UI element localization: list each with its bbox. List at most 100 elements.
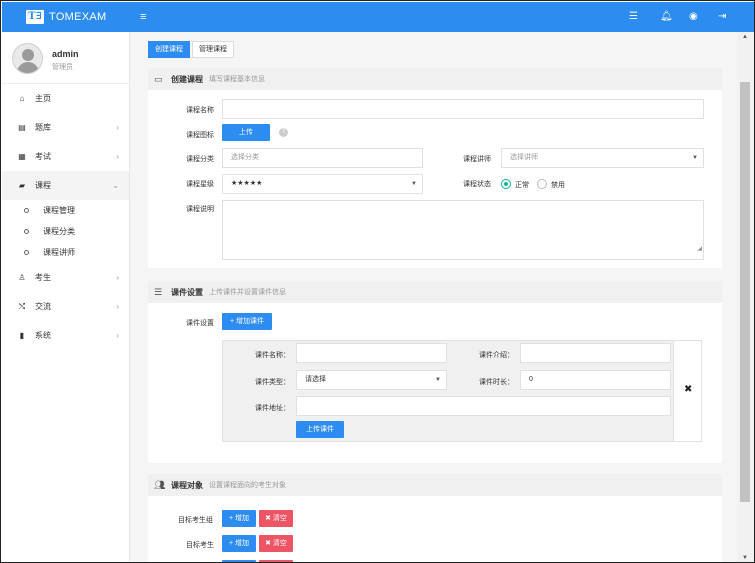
user-icon: ♙ (18, 273, 26, 282)
logo[interactable]: T∃ TOMEXAM (26, 10, 107, 24)
sidebar-item-label: 考试 (35, 152, 51, 161)
caret-down-icon: ▼ (435, 377, 441, 383)
users-icon: 👥︎ (154, 479, 166, 490)
monitor-icon: ▭ (154, 73, 163, 84)
circle-icon (24, 229, 29, 234)
clear-target-student-button[interactable]: ✖ 清空 (259, 535, 293, 552)
upload-courseware-button[interactable]: 上传课件 (296, 421, 344, 438)
avatar[interactable] (12, 43, 43, 74)
home-icon: ⌂ (19, 94, 25, 103)
course-teacher-select[interactable]: 选择讲师 ▼ (501, 148, 704, 168)
status-disabled-radio[interactable] (537, 179, 547, 189)
upload-icon-button[interactable]: 上传 (222, 124, 270, 141)
add-courseware-button[interactable]: + 增加课件 (222, 313, 272, 330)
hamburger-icon[interactable]: ≡ (140, 11, 146, 23)
scrollbar[interactable]: ▲ ▼ (738, 32, 754, 562)
user-circle-icon[interactable]: ◉ (689, 11, 698, 22)
course-desc-label: 课程说明 (186, 206, 214, 213)
add-target-student-button[interactable]: + 增加 (222, 535, 256, 552)
caret-down-icon: ▼ (692, 155, 698, 161)
course-category-label: 课程分类 (186, 156, 214, 163)
sidebar-item-question-bank[interactable]: ▤ 题库 › (2, 113, 129, 142)
courseware-duration-label: 课件时长： (479, 379, 514, 386)
chevron-down-icon: ⌄ (112, 181, 119, 190)
sidebar-item-student[interactable]: ♙ 考生 › (2, 263, 129, 292)
top-bar: T∃ TOMEXAM ≡ ☰ 🔔︎ ◉ ⇥ (2, 2, 754, 32)
course-level-select[interactable]: ★★★★★ ▼ (222, 174, 423, 194)
app-title: TOMEXAM (49, 11, 107, 23)
teacher-placeholder: 选择讲师 (510, 154, 538, 161)
card-title: 课程对象 (171, 480, 203, 490)
chevron-right-icon: › (116, 331, 119, 340)
question-icon[interactable]: ? (279, 128, 288, 137)
sidebar-item-label: 系统 (35, 331, 51, 340)
scroll-up-icon[interactable]: ▲ (742, 34, 748, 40)
course-submenu: 课程管理 课程分类 课程讲师 (2, 200, 129, 263)
card-header: ▭ 创建课程 填写课程基本信息 (148, 68, 722, 90)
list-icon[interactable]: ☰ (629, 11, 638, 22)
sidebar-item-label: 考生 (35, 273, 51, 282)
course-name-input[interactable] (222, 99, 704, 119)
book-icon: ▰ (18, 181, 26, 190)
resize-handle-icon[interactable]: ◢ (697, 240, 702, 258)
card-header: ☰ 课件设置 上传课件并设置课件信息 (148, 281, 722, 303)
sidebar-item-exam[interactable]: ▦ 考试 › (2, 142, 129, 171)
sidebar-subitem-label: 课程讲师 (43, 248, 75, 257)
status-normal-radio[interactable] (501, 179, 511, 189)
courseware-duration-input[interactable]: 0 (520, 370, 671, 390)
sidebar-subitem-label: 课程管理 (43, 206, 75, 215)
bell-icon[interactable]: 🔔︎ (660, 11, 673, 22)
sidebar-item-label: 交流 (35, 302, 51, 311)
sidebar-item-label: 课程 (35, 181, 51, 190)
clear-target-group-button[interactable]: ✖ 清空 (259, 510, 293, 527)
sidebar-subitem-course-manage[interactable]: 课程管理 (2, 200, 129, 221)
sidebar-item-label: 题库 (35, 123, 51, 132)
courseware-intro-label: 课件介绍： (479, 352, 514, 359)
sidebar-item-communication[interactable]: ⤭ 交流 › (2, 292, 129, 321)
status-normal-label: 正常 (515, 182, 529, 189)
course-category-input[interactable]: 选择分类 (222, 148, 423, 168)
course-info-card: ▭ 创建课程 填写课程基本信息 课程名称 课程图标 上传 ? 课程分类 选择分类… (148, 68, 722, 268)
tab-create-course[interactable]: 创建课程 (148, 41, 190, 58)
user-profile: admin 管理员 (2, 32, 129, 84)
add-target-group-button[interactable]: + 增加 (222, 510, 256, 527)
sidebar-subitem-course-category[interactable]: 课程分类 (2, 221, 129, 242)
type-placeholder: 请选择 (305, 376, 326, 383)
card-header: 👥︎ 课程对象 设置课程面向的考生对象 (148, 474, 722, 496)
calendar-icon: ▦ (18, 152, 26, 161)
sidebar-item-course[interactable]: ▰ 课程 ⌄ (2, 171, 129, 200)
list-icon: ☰ (154, 286, 163, 297)
user-name: admin (52, 49, 79, 59)
card-subtitle: 上传课件并设置课件信息 (209, 289, 286, 296)
close-icon[interactable]: ✖ (684, 384, 692, 395)
caret-down-icon: ▼ (411, 181, 417, 187)
courseware-type-select[interactable]: 请选择 ▼ (296, 370, 447, 390)
course-name-label: 课程名称 (186, 107, 214, 114)
course-icon-label: 课程图标 (186, 132, 214, 139)
logo-mark: T∃ (26, 10, 44, 24)
sidebar-subitem-course-teacher[interactable]: 课程讲师 (2, 242, 129, 263)
tab-manage-course[interactable]: 管理课程 (192, 41, 234, 58)
courseware-name-label: 课件名称： (255, 352, 290, 359)
sidebar-item-home[interactable]: ⌂ 主页 (2, 84, 129, 113)
chevron-right-icon: › (116, 302, 119, 311)
card-subtitle: 设置课程面向的考生对象 (209, 482, 286, 489)
target-student-label: 目标考生 (186, 542, 214, 549)
course-level-label: 课程星级 (186, 181, 214, 188)
courseware-name-input[interactable] (296, 343, 447, 363)
course-desc-textarea[interactable]: ◢ (222, 200, 704, 260)
scrollbar-thumb[interactable] (740, 82, 750, 502)
courseware-remove-cell: ✖ (673, 341, 701, 441)
scroll-down-icon[interactable]: ▼ (742, 555, 748, 561)
circle-icon (24, 250, 29, 255)
courseware-intro-input[interactable] (520, 343, 671, 363)
courseware-url-input[interactable] (296, 396, 671, 416)
chevron-right-icon: › (116, 123, 119, 132)
sidebar-subitem-label: 课程分类 (43, 227, 75, 236)
sidebar-item-system[interactable]: ▮ 系统 › (2, 321, 129, 350)
app-window: T∃ TOMEXAM ≡ ☰ 🔔︎ ◉ ⇥ admin 管理员 ⌂ 主页 ▤ 题… (0, 0, 755, 563)
mobile-icon: ▮ (19, 331, 25, 340)
courseware-card: ☰ 课件设置 上传课件并设置课件信息 课件设置 + 增加课件 课件名称： 课件介… (148, 281, 722, 463)
course-teacher-label: 课程讲师 (463, 156, 491, 163)
logout-icon[interactable]: ⇥ (718, 11, 726, 22)
